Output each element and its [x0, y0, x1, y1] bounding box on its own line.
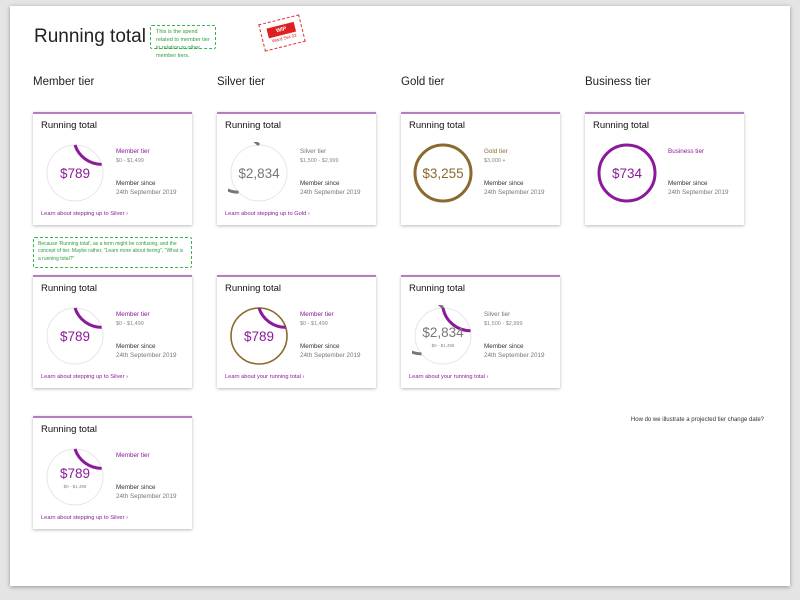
chevron-right-icon: › [126, 211, 128, 217]
running-total-value: $3,255 [422, 165, 464, 181]
progress-ring: $789 $0 - $1,499 [44, 446, 106, 508]
running-total-card: Running total $789 $0 - $1,499 Member ti… [33, 416, 192, 529]
member-since-date: 24th September 2019 [300, 189, 361, 196]
tier-range: $0 - $1,499 [116, 321, 144, 327]
heading-gold-tier: Gold tier [401, 76, 445, 88]
progress-ring: $734 [596, 142, 658, 204]
progress-ring: $789 [228, 305, 290, 367]
chevron-right-icon: › [307, 211, 310, 217]
member-since-label: Member since [668, 180, 708, 187]
member-since-date: 24th September 2019 [300, 352, 361, 359]
canvas: Running total This is the spend related … [10, 6, 790, 586]
ring-range-label: $0 - $1,499 [431, 343, 455, 348]
member-since-date: 24th September 2019 [484, 189, 545, 196]
member-since-date: 24th September 2019 [116, 352, 177, 359]
tier-range: $0 - $1,499 [116, 158, 144, 164]
card-title: Running total [225, 283, 281, 294]
running-total-card: Running total $2,834 Silver tier $1,500 … [217, 112, 376, 225]
card-title: Running total [409, 120, 465, 131]
running-total-value: $2,834 [422, 324, 464, 340]
member-since-label: Member since [484, 343, 524, 350]
tier-name: Silver tier [300, 148, 327, 155]
running-total-card: Running total $734 Business tier Member … [585, 112, 744, 225]
card-title: Running total [225, 120, 281, 131]
running-total-value: $789 [59, 328, 91, 344]
member-since-label: Member since [116, 484, 156, 491]
tier-name: Member tier [300, 311, 334, 318]
progress-ring: $3,255 [412, 142, 474, 204]
learn-more-link-label: Learn about stepping up to Silver [41, 515, 125, 521]
member-since-date: 24th September 2019 [668, 189, 729, 196]
card-title: Running total [409, 283, 465, 294]
annotation-note-top: This is the spend related to member tier… [150, 25, 216, 59]
member-since-label: Member since [300, 180, 340, 187]
learn-more-link-label: Learn about stepping up to Gold [225, 211, 307, 217]
progress-ring: $789 [44, 305, 106, 367]
running-total-value: $734 [611, 165, 643, 181]
card-title: Running total [41, 424, 97, 435]
running-total-card: Running total $789 Member tier $0 - $1,4… [33, 275, 192, 388]
member-since-date: 24th September 2019 [116, 493, 177, 500]
card-title: Running total [41, 283, 97, 294]
member-since-label: Member since [116, 343, 156, 350]
tier-range: $3,000 + [484, 158, 506, 164]
member-since-date: 24th September 2019 [484, 352, 545, 359]
chevron-right-icon: › [126, 374, 128, 380]
learn-more-link[interactable]: Learn about stepping up to Gold › [225, 211, 310, 217]
heading-member-tier: Member tier [33, 76, 95, 88]
progress-ring: $789 [44, 142, 106, 204]
learn-more-link[interactable]: Learn about stepping up to Silver › [41, 211, 128, 217]
progress-ring: $2,834 $0 - $1,499 [412, 305, 474, 367]
learn-more-link-label: Learn about your running total [409, 374, 485, 380]
chevron-right-icon: › [126, 515, 128, 521]
running-total-card: Running total $2,834 $0 - $1,499 Silver … [401, 275, 560, 388]
member-since-date: 24th September 2019 [116, 189, 177, 196]
chevron-right-icon: › [302, 374, 305, 380]
running-total-card: Running total $789 Member tier $0 - $1,4… [217, 275, 376, 388]
annotation-note-mid-text: Because 'Running total', as a term might… [38, 241, 184, 262]
running-total-value: $789 [243, 328, 275, 344]
question-note: How do we illustrate a projected tier ch… [630, 417, 764, 423]
learn-more-link[interactable]: Learn about stepping up to Silver › [41, 515, 128, 521]
running-total-value: $789 [59, 165, 91, 181]
tier-name: Silver tier [484, 311, 511, 318]
tier-name: Gold tier [484, 148, 508, 155]
card-title: Running total [41, 120, 97, 131]
heading-silver-tier: Silver tier [217, 76, 265, 88]
running-total-value: $789 [59, 465, 91, 481]
learn-more-link-label: Learn about stepping up to Silver [41, 374, 125, 380]
running-total-card: Running total $789 Member tier $0 - $1,4… [33, 112, 192, 225]
learn-more-link[interactable]: Learn about stepping up to Silver › [41, 374, 128, 380]
tier-name: Member tier [116, 311, 150, 318]
ring-range-label: $0 - $1,499 [63, 484, 87, 489]
tier-range: $0 - $1,499 [300, 321, 328, 327]
heading-business-tier: Business tier [585, 76, 651, 88]
page-title: Running total [34, 26, 146, 47]
tier-range: $1,500 - $2,999 [484, 321, 523, 327]
learn-more-link[interactable]: Learn about your running total › [225, 374, 304, 380]
card-title: Running total [593, 120, 649, 131]
learn-more-link-label: Learn about stepping up to Silver [41, 211, 125, 217]
member-since-label: Member since [300, 343, 340, 350]
tier-name: Member tier [116, 452, 150, 459]
tier-name: Member tier [116, 148, 150, 155]
running-total-value: $2,834 [238, 165, 280, 181]
member-since-label: Member since [116, 180, 156, 187]
member-since-label: Member since [484, 180, 524, 187]
progress-ring: $2,834 [228, 142, 290, 204]
tier-range: $1,500 - $2,999 [300, 158, 339, 164]
learn-more-link-label: Learn about your running total [225, 374, 301, 380]
learn-more-link[interactable]: Learn about your running total › [409, 374, 488, 380]
wip-stamp: WIP Ward Swi 02 [258, 14, 306, 52]
tier-name: Business tier [668, 148, 705, 155]
annotation-note-top-text: This is the spend related to member tier… [156, 29, 210, 59]
running-total-card: Running total $3,255 Gold tier $3,000 + … [401, 112, 560, 225]
annotation-note-mid: Because 'Running total', as a term might… [33, 237, 192, 268]
chevron-right-icon: › [486, 374, 489, 380]
